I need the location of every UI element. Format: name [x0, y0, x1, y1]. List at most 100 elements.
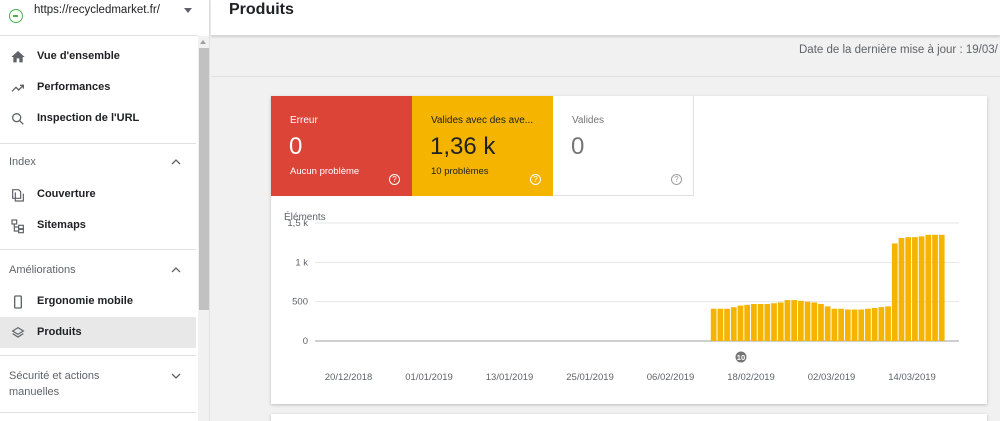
tile-value: 0: [289, 133, 303, 160]
sidebar-item-label: Sitemaps: [37, 219, 86, 231]
section-header-index[interactable]: Index: [0, 147, 196, 177]
chart-bar: [751, 304, 757, 341]
page-header: Produits: [211, 0, 1000, 36]
details-card: [271, 414, 987, 421]
chart-bar: [838, 308, 844, 341]
help-icon[interactable]: ?: [389, 174, 400, 185]
tile-subtext: Aucun problème: [290, 166, 360, 177]
sidebar-item-url-inspection[interactable]: Inspection de l'URL: [0, 103, 196, 134]
sidebar-item-mobile-usability[interactable]: Ergonomie mobile: [0, 286, 196, 317]
section-title-line2: manuelles: [9, 386, 60, 398]
chevron-up-icon: [171, 159, 181, 165]
chart-bar: [757, 304, 764, 341]
sidebar-item-performance[interactable]: Performances: [0, 72, 196, 103]
section-header-security[interactable]: Sécurité et actions manuelles: [0, 362, 196, 402]
annotation-label: 10: [737, 353, 745, 362]
chart-bar: [804, 301, 811, 341]
x-tick-label: 01/01/2019: [405, 372, 453, 383]
chart-bar: [925, 234, 932, 341]
section-header-enhancements[interactable]: Améliorations: [0, 255, 196, 285]
sidebar-nav: https://recycledmarket.fr/ Vue d'ensembl…: [0, 0, 210, 421]
y-tick-label: 0: [303, 336, 308, 347]
sidebar-item-label: Inspection de l'URL: [37, 112, 140, 124]
section-title: Améliorations: [9, 264, 76, 276]
sidebar-item-products[interactable]: Produits: [0, 317, 196, 348]
sidebar-item-label: Vue d'ensemble: [37, 50, 120, 62]
sidebar-divider: [0, 355, 196, 356]
chart-bar: [798, 300, 804, 341]
chart-bar: [851, 309, 858, 341]
sidebar-item-overview[interactable]: Vue d'ensemble: [0, 41, 196, 72]
chart-bar: [818, 304, 824, 341]
sidebar-item-coverage[interactable]: Couverture: [0, 179, 196, 210]
chevron-up-icon: [171, 267, 181, 273]
chart-bar: [891, 243, 898, 341]
smartphone-icon: [14, 295, 22, 309]
header-divider: [211, 76, 1000, 77]
property-url: https://recycledmarket.fr/: [34, 4, 160, 16]
chart-bar: [771, 303, 777, 341]
chart-bar: [918, 236, 925, 341]
tile-valid[interactable]: Valides 0 ?: [553, 96, 694, 196]
tile-subtext: 10 problèmes: [431, 166, 489, 177]
chart-bar: [938, 234, 945, 341]
tile-label: Valides: [572, 115, 605, 126]
chart-bar: [744, 304, 751, 341]
chart-y-ticks: 1,5 k 1 k 500 0: [287, 218, 308, 347]
chart-bar: [898, 237, 905, 341]
x-tick-label: 02/03/2019: [808, 372, 856, 383]
x-tick-label: 25/01/2019: [566, 372, 614, 383]
chart-bar: [777, 302, 784, 341]
chevron-down-icon: [171, 373, 181, 379]
page-title: Produits: [229, 1, 294, 18]
tile-value: 1,36 k: [430, 133, 496, 160]
sidebar-divider: [0, 143, 196, 144]
sidebar-item-label: Couverture: [37, 188, 96, 200]
property-selector[interactable]: https://recycledmarket.fr/: [0, 0, 198, 36]
tile-error[interactable]: Erreur 0 Aucun problème ?: [271, 96, 412, 196]
help-icon[interactable]: ?: [671, 174, 682, 185]
chart-bars: [710, 234, 945, 341]
sitemap-icon: [11, 219, 24, 234]
chart-bar: [885, 306, 891, 341]
chart-bar: [858, 309, 865, 341]
sidebar-item-sitemaps[interactable]: Sitemaps: [0, 210, 196, 241]
chart-bar: [831, 308, 838, 341]
search-icon: [11, 113, 24, 125]
x-tick-label: 20/12/2018: [325, 372, 373, 383]
chart-bar: [791, 300, 797, 341]
sidebar-scroll-thumb[interactable]: [199, 48, 209, 310]
sidebar-item-label: Produits: [37, 326, 82, 338]
tile-value: 0: [571, 133, 585, 160]
layers-icon: [11, 326, 25, 338]
tile-label: Valides avec des ave...: [431, 115, 534, 126]
section-title: Index: [9, 156, 36, 168]
y-tick-label: 1,5 k: [287, 218, 308, 229]
sidebar-item-label: Ergonomie mobile: [37, 295, 133, 307]
chart-bar: [905, 237, 912, 341]
chart-x-ticks: 20/12/2018 01/01/2019 13/01/2019 25/01/2019…: [325, 372, 936, 383]
chart-bar: [865, 308, 871, 341]
chart-bar: [710, 308, 717, 341]
tile-label: Erreur: [290, 115, 318, 126]
dropdown-caret-icon[interactable]: [184, 8, 192, 13]
help-icon[interactable]: ?: [530, 174, 541, 185]
chart-bar: [878, 307, 885, 341]
chart-bar: [912, 237, 918, 341]
scroll-up-arrow-icon[interactable]: [200, 40, 206, 44]
chart-bar: [824, 306, 831, 341]
chart-bar: [932, 234, 938, 341]
sidebar-divider: [0, 412, 196, 413]
tile-valid-with-warnings[interactable]: Valides avec des ave... 1,36 k 10 problè…: [412, 96, 553, 196]
chart-bar: [871, 307, 878, 341]
chart-bar: [724, 308, 730, 341]
chart-bar: [811, 302, 818, 341]
items-bar-chart: Éléments 1,5 k1 k5000 20/12/2018 01/01/20…: [284, 210, 959, 383]
status-card: Erreur 0 Aucun problème ? Valides avec d…: [271, 96, 987, 404]
trending-up-icon: [11, 84, 24, 92]
sidebar-item-label: Performances: [37, 81, 111, 93]
chart-bar: [764, 304, 771, 341]
section-title-line1: Sécurité et actions: [9, 370, 100, 382]
chart-bar: [844, 309, 851, 341]
property-favicon-icon: [9, 9, 23, 23]
